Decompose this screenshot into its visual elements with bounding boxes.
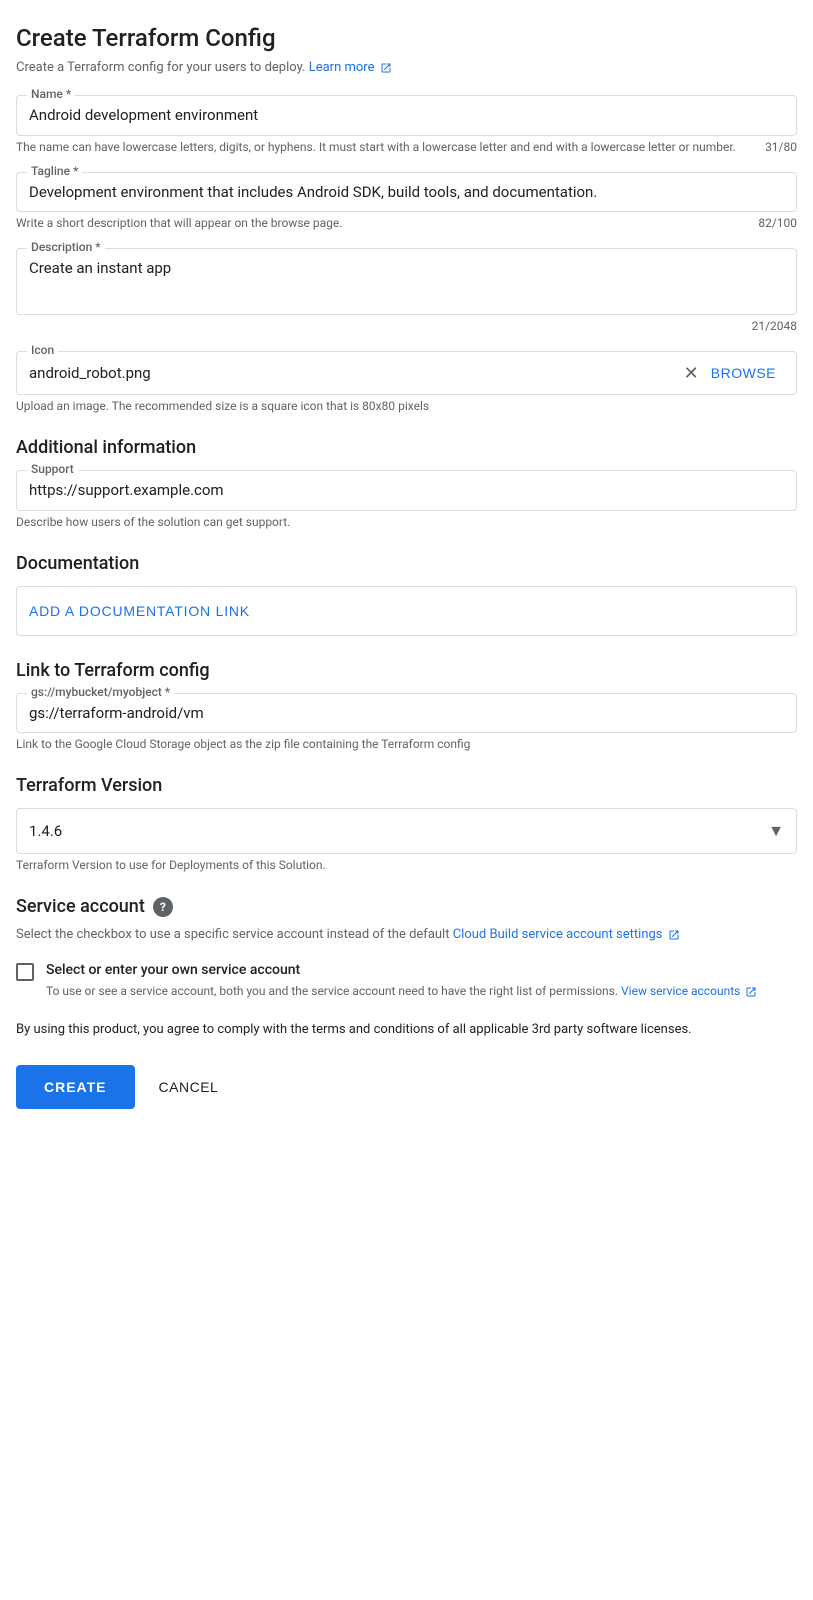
create-button[interactable]: CREATE bbox=[16, 1065, 135, 1109]
support-field-outline: Support bbox=[16, 470, 797, 511]
icon-field-outline: Icon android_robot.png ✕ BROWSE bbox=[16, 351, 797, 395]
description-field-label: Description bbox=[27, 240, 105, 254]
description-input[interactable]: Create an instant app bbox=[29, 257, 784, 302]
support-input[interactable] bbox=[29, 479, 784, 502]
support-field-hint: Describe how users of the solution can g… bbox=[16, 515, 797, 529]
terraform-version-hint: Terraform Version to use for Deployments… bbox=[16, 858, 797, 872]
icon-field-group: Icon android_robot.png ✕ BROWSE Upload a… bbox=[16, 351, 797, 413]
page-container: Create Terraform Config Create a Terrafo… bbox=[0, 0, 813, 1149]
documentation-field-group: ADD A DOCUMENTATION LINK bbox=[16, 586, 797, 636]
description-field-hint: 21/2048 bbox=[16, 319, 797, 333]
chevron-down-icon: ▼ bbox=[768, 821, 784, 841]
terraform-config-field-label: gs://mybucket/myobject bbox=[27, 685, 174, 699]
cancel-button[interactable]: CANCEL bbox=[151, 1065, 227, 1109]
additional-info-title: Additional information bbox=[16, 437, 797, 458]
support-field-group: Support Describe how users of the soluti… bbox=[16, 470, 797, 529]
service-account-title-text: Service account bbox=[16, 896, 145, 917]
terraform-config-input[interactable] bbox=[29, 702, 784, 725]
terraform-config-field-hint: Link to the Google Cloud Storage object … bbox=[16, 737, 797, 751]
tagline-field-outline: Tagline bbox=[16, 172, 797, 213]
service-account-checkbox-row: Select or enter your own service account… bbox=[16, 962, 797, 1000]
icon-field-label: Icon bbox=[27, 343, 58, 357]
service-account-checkbox-label: Select or enter your own service account bbox=[46, 962, 757, 978]
icon-clear-button[interactable]: ✕ bbox=[680, 360, 703, 386]
support-field-label: Support bbox=[27, 462, 78, 476]
cloud-build-external-link-icon bbox=[668, 929, 680, 941]
name-input[interactable] bbox=[29, 104, 784, 127]
learn-more-link[interactable]: Learn more bbox=[309, 60, 375, 75]
terraform-config-field-outline: gs://mybucket/myobject bbox=[16, 693, 797, 734]
add-documentation-link-button[interactable]: ADD A DOCUMENTATION LINK bbox=[16, 586, 797, 636]
cloud-build-link[interactable]: Cloud Build service account settings bbox=[453, 927, 663, 942]
view-service-accounts-link[interactable]: View service accounts bbox=[621, 984, 740, 998]
help-icon[interactable]: ? bbox=[153, 897, 173, 917]
view-accounts-external-link-icon bbox=[745, 986, 757, 998]
terraform-config-field-group: gs://mybucket/myobject Link to the Googl… bbox=[16, 693, 797, 752]
icon-field-inner: android_robot.png ✕ BROWSE bbox=[29, 360, 784, 386]
service-account-section: Service account ? bbox=[16, 896, 797, 917]
external-link-icon bbox=[380, 62, 392, 74]
description-field-group: Description Create an instant app 21/204… bbox=[16, 248, 797, 333]
tagline-input[interactable] bbox=[29, 181, 784, 204]
service-account-checkbox-content: Select or enter your own service account… bbox=[46, 962, 757, 1000]
documentation-title: Documentation bbox=[16, 553, 797, 574]
page-subtitle: Create a Terraform config for your users… bbox=[16, 60, 797, 75]
service-account-checkbox[interactable] bbox=[16, 963, 34, 981]
tagline-field-hint: Write a short description that will appe… bbox=[16, 216, 797, 230]
icon-field-value: android_robot.png bbox=[29, 364, 680, 382]
name-field-outline: Name bbox=[16, 95, 797, 136]
action-buttons: CREATE CANCEL bbox=[16, 1065, 797, 1109]
terraform-config-title: Link to Terraform config bbox=[16, 660, 797, 681]
terraform-version-dropdown[interactable]: 1.4.6 ▼ bbox=[16, 808, 797, 854]
name-field-group: Name The name can have lowercase letters… bbox=[16, 95, 797, 154]
service-account-checkbox-sublabel: To use or see a service account, both yo… bbox=[46, 982, 757, 1000]
icon-field-hint: Upload an image. The recommended size is… bbox=[16, 399, 797, 413]
icon-browse-button[interactable]: BROWSE bbox=[703, 361, 784, 385]
tagline-field-label: Tagline bbox=[27, 164, 82, 178]
tagline-field-group: Tagline Write a short description that w… bbox=[16, 172, 797, 231]
terms-text: By using this product, you agree to comp… bbox=[16, 1020, 797, 1041]
service-account-description: Select the checkbox to use a specific se… bbox=[16, 925, 797, 946]
description-field-outline: Description Create an instant app bbox=[16, 248, 797, 315]
terraform-version-value: 1.4.6 bbox=[29, 822, 62, 840]
terraform-version-title: Terraform Version bbox=[16, 775, 797, 796]
name-field-label: Name bbox=[27, 87, 75, 101]
page-title: Create Terraform Config bbox=[16, 24, 797, 52]
name-field-hint: The name can have lowercase letters, dig… bbox=[16, 140, 797, 154]
terraform-version-field-group: 1.4.6 ▼ Terraform Version to use for Dep… bbox=[16, 808, 797, 872]
